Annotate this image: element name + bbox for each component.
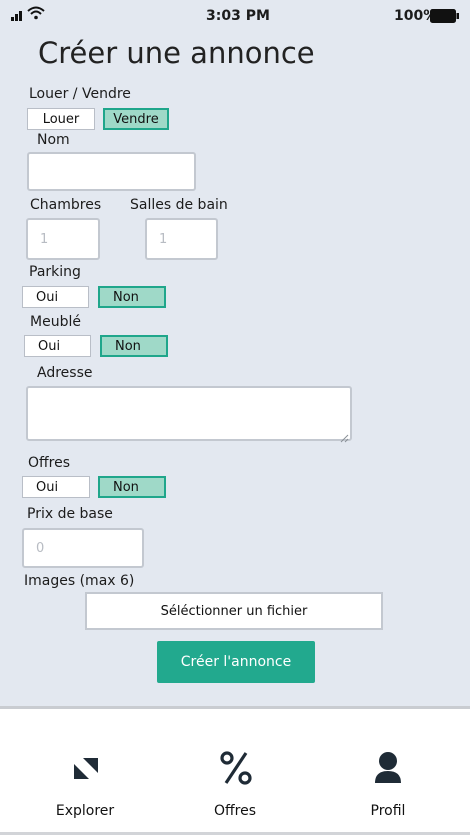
create-listing-button[interactable]: Créer l'annonce (157, 641, 315, 683)
meuble-oui-option[interactable]: Oui (24, 335, 91, 357)
user-icon (373, 751, 403, 783)
wifi-icon (27, 6, 45, 20)
salles-de-bain-label: Salles de bain (130, 197, 228, 213)
chambres-label: Chambres (30, 197, 102, 213)
adresse-label: Adresse (37, 365, 93, 381)
salles-de-bain-input[interactable]: 1 (145, 218, 218, 260)
parking-non-option[interactable]: Non (98, 286, 166, 308)
tab-bar-divider (0, 706, 470, 709)
offres-label: Offres (28, 455, 71, 471)
nom-label: Nom (37, 132, 70, 148)
explore-icon (74, 755, 98, 779)
status-bar: 3:03 PM 100% (0, 0, 470, 34)
tab-offres-label: Offres (213, 803, 257, 819)
nom-input[interactable] (27, 152, 196, 191)
vendre-option[interactable]: Vendre (103, 108, 169, 130)
prix-de-base-input[interactable]: 0 (22, 528, 144, 568)
images-label: Images (max 6) (24, 573, 135, 589)
louer-option[interactable]: Louer (27, 108, 95, 130)
adresse-textarea[interactable] (26, 386, 352, 441)
screen: 3:03 PM 100% Créer une annonce Louer / V… (0, 0, 470, 835)
offres-non-option[interactable]: Non (98, 476, 166, 498)
status-time: 3:03 PM (206, 8, 270, 24)
meuble-label: Meublé (30, 314, 81, 330)
battery-icon (430, 9, 460, 23)
percent-icon (220, 751, 252, 785)
offres-oui-option[interactable]: Oui (22, 476, 90, 498)
parking-oui-option[interactable]: Oui (22, 286, 89, 308)
tab-explorer-label: Explorer (55, 803, 115, 819)
meuble-non-option[interactable]: Non (100, 335, 168, 357)
page-title: Créer une annonce (38, 36, 315, 70)
tab-profil-label: Profil (370, 803, 406, 819)
parking-label: Parking (29, 264, 81, 280)
select-file-button[interactable]: Séléctionner un fichier (85, 592, 383, 630)
prix-de-base-label: Prix de base (27, 506, 113, 522)
chambres-input[interactable]: 1 (26, 218, 100, 260)
resize-handle-icon[interactable] (339, 428, 349, 443)
louer-vendre-label: Louer / Vendre (29, 86, 131, 102)
